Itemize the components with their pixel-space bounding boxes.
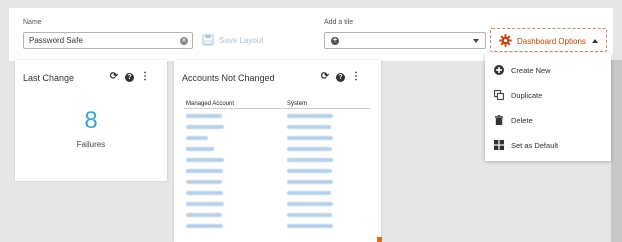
table-row[interactable]: [184, 224, 370, 230]
kebab-menu-icon[interactable]: ⋮: [351, 72, 361, 82]
dashboard-options-menu: Create New Duplicate Delete Set as Defau…: [485, 53, 611, 161]
column-header-system: System: [287, 101, 308, 107]
dashboard-options-label: Dashboard Options: [517, 37, 586, 46]
table-row[interactable]: [184, 114, 370, 120]
table-row[interactable]: [184, 202, 370, 208]
last-change-tile: Last Change ⟳ ? ⋮ 8 Failures: [15, 60, 167, 181]
layout-grid-icon: [494, 140, 504, 150]
column-header-managed-account: Managed Account: [186, 101, 235, 107]
refresh-icon[interactable]: ⟳: [109, 72, 119, 82]
tile-actions: ⟳ ? ⋮: [320, 72, 361, 82]
gear-icon: [499, 34, 512, 47]
plus-circle-icon: [494, 65, 504, 75]
dashboard-options-button[interactable]: Dashboard Options: [490, 28, 607, 52]
add-tile-label: Add a tile: [324, 19, 354, 26]
refresh-icon[interactable]: ⟳: [320, 72, 330, 82]
menu-item-delete[interactable]: Delete: [485, 108, 611, 132]
trash-icon: [495, 115, 503, 125]
menu-item-label: Set as Default: [511, 141, 559, 150]
clear-icon[interactable]: ✕: [180, 37, 188, 45]
table-row[interactable]: [184, 191, 370, 197]
table-row[interactable]: [184, 125, 370, 131]
header-divider: [184, 108, 370, 109]
table-row[interactable]: [184, 180, 370, 186]
accounts-not-changed-tile: Accounts Not Changed ⟳ ? ⋮ Managed Accou…: [174, 60, 381, 242]
tile-title: Accounts Not Changed: [182, 73, 275, 83]
tile-title: Last Change: [23, 73, 75, 83]
resize-handle[interactable]: [377, 237, 382, 242]
help-icon[interactable]: ?: [336, 72, 345, 82]
duplicate-icon: [494, 90, 504, 100]
save-icon: [202, 34, 214, 46]
menu-item-label: Duplicate: [511, 91, 543, 100]
save-layout-label: Save Layout: [219, 36, 264, 45]
menu-item-duplicate[interactable]: Duplicate: [485, 83, 611, 107]
table-row[interactable]: [184, 169, 370, 175]
table-row[interactable]: [184, 136, 370, 142]
table-row[interactable]: [184, 158, 370, 164]
plus-circle-icon: +: [331, 37, 339, 45]
chevron-up-icon: [592, 39, 598, 43]
kebab-menu-icon[interactable]: ⋮: [140, 72, 150, 82]
tile-actions: ⟳ ? ⋮: [109, 72, 150, 82]
failure-count[interactable]: 8: [15, 107, 167, 135]
side-panel: [611, 60, 622, 242]
failure-label: Failures: [76, 140, 106, 149]
table-row[interactable]: [184, 147, 370, 153]
add-tile-select[interactable]: +: [324, 32, 486, 49]
save-layout-button[interactable]: Save Layout: [199, 32, 281, 49]
menu-item-create-new[interactable]: Create New: [485, 58, 611, 82]
menu-item-label: Create New: [511, 66, 551, 75]
dashboard-name-value: Password Safe: [29, 36, 83, 45]
menu-item-label: Delete: [511, 116, 533, 125]
dashboard-name-input[interactable]: Password Safe ✕: [23, 32, 193, 49]
table-row[interactable]: [184, 213, 370, 219]
help-icon[interactable]: ?: [125, 72, 134, 82]
name-label: Name: [23, 19, 42, 26]
chevron-down-icon: [473, 39, 479, 43]
menu-item-set-as-default[interactable]: Set as Default: [485, 133, 611, 157]
